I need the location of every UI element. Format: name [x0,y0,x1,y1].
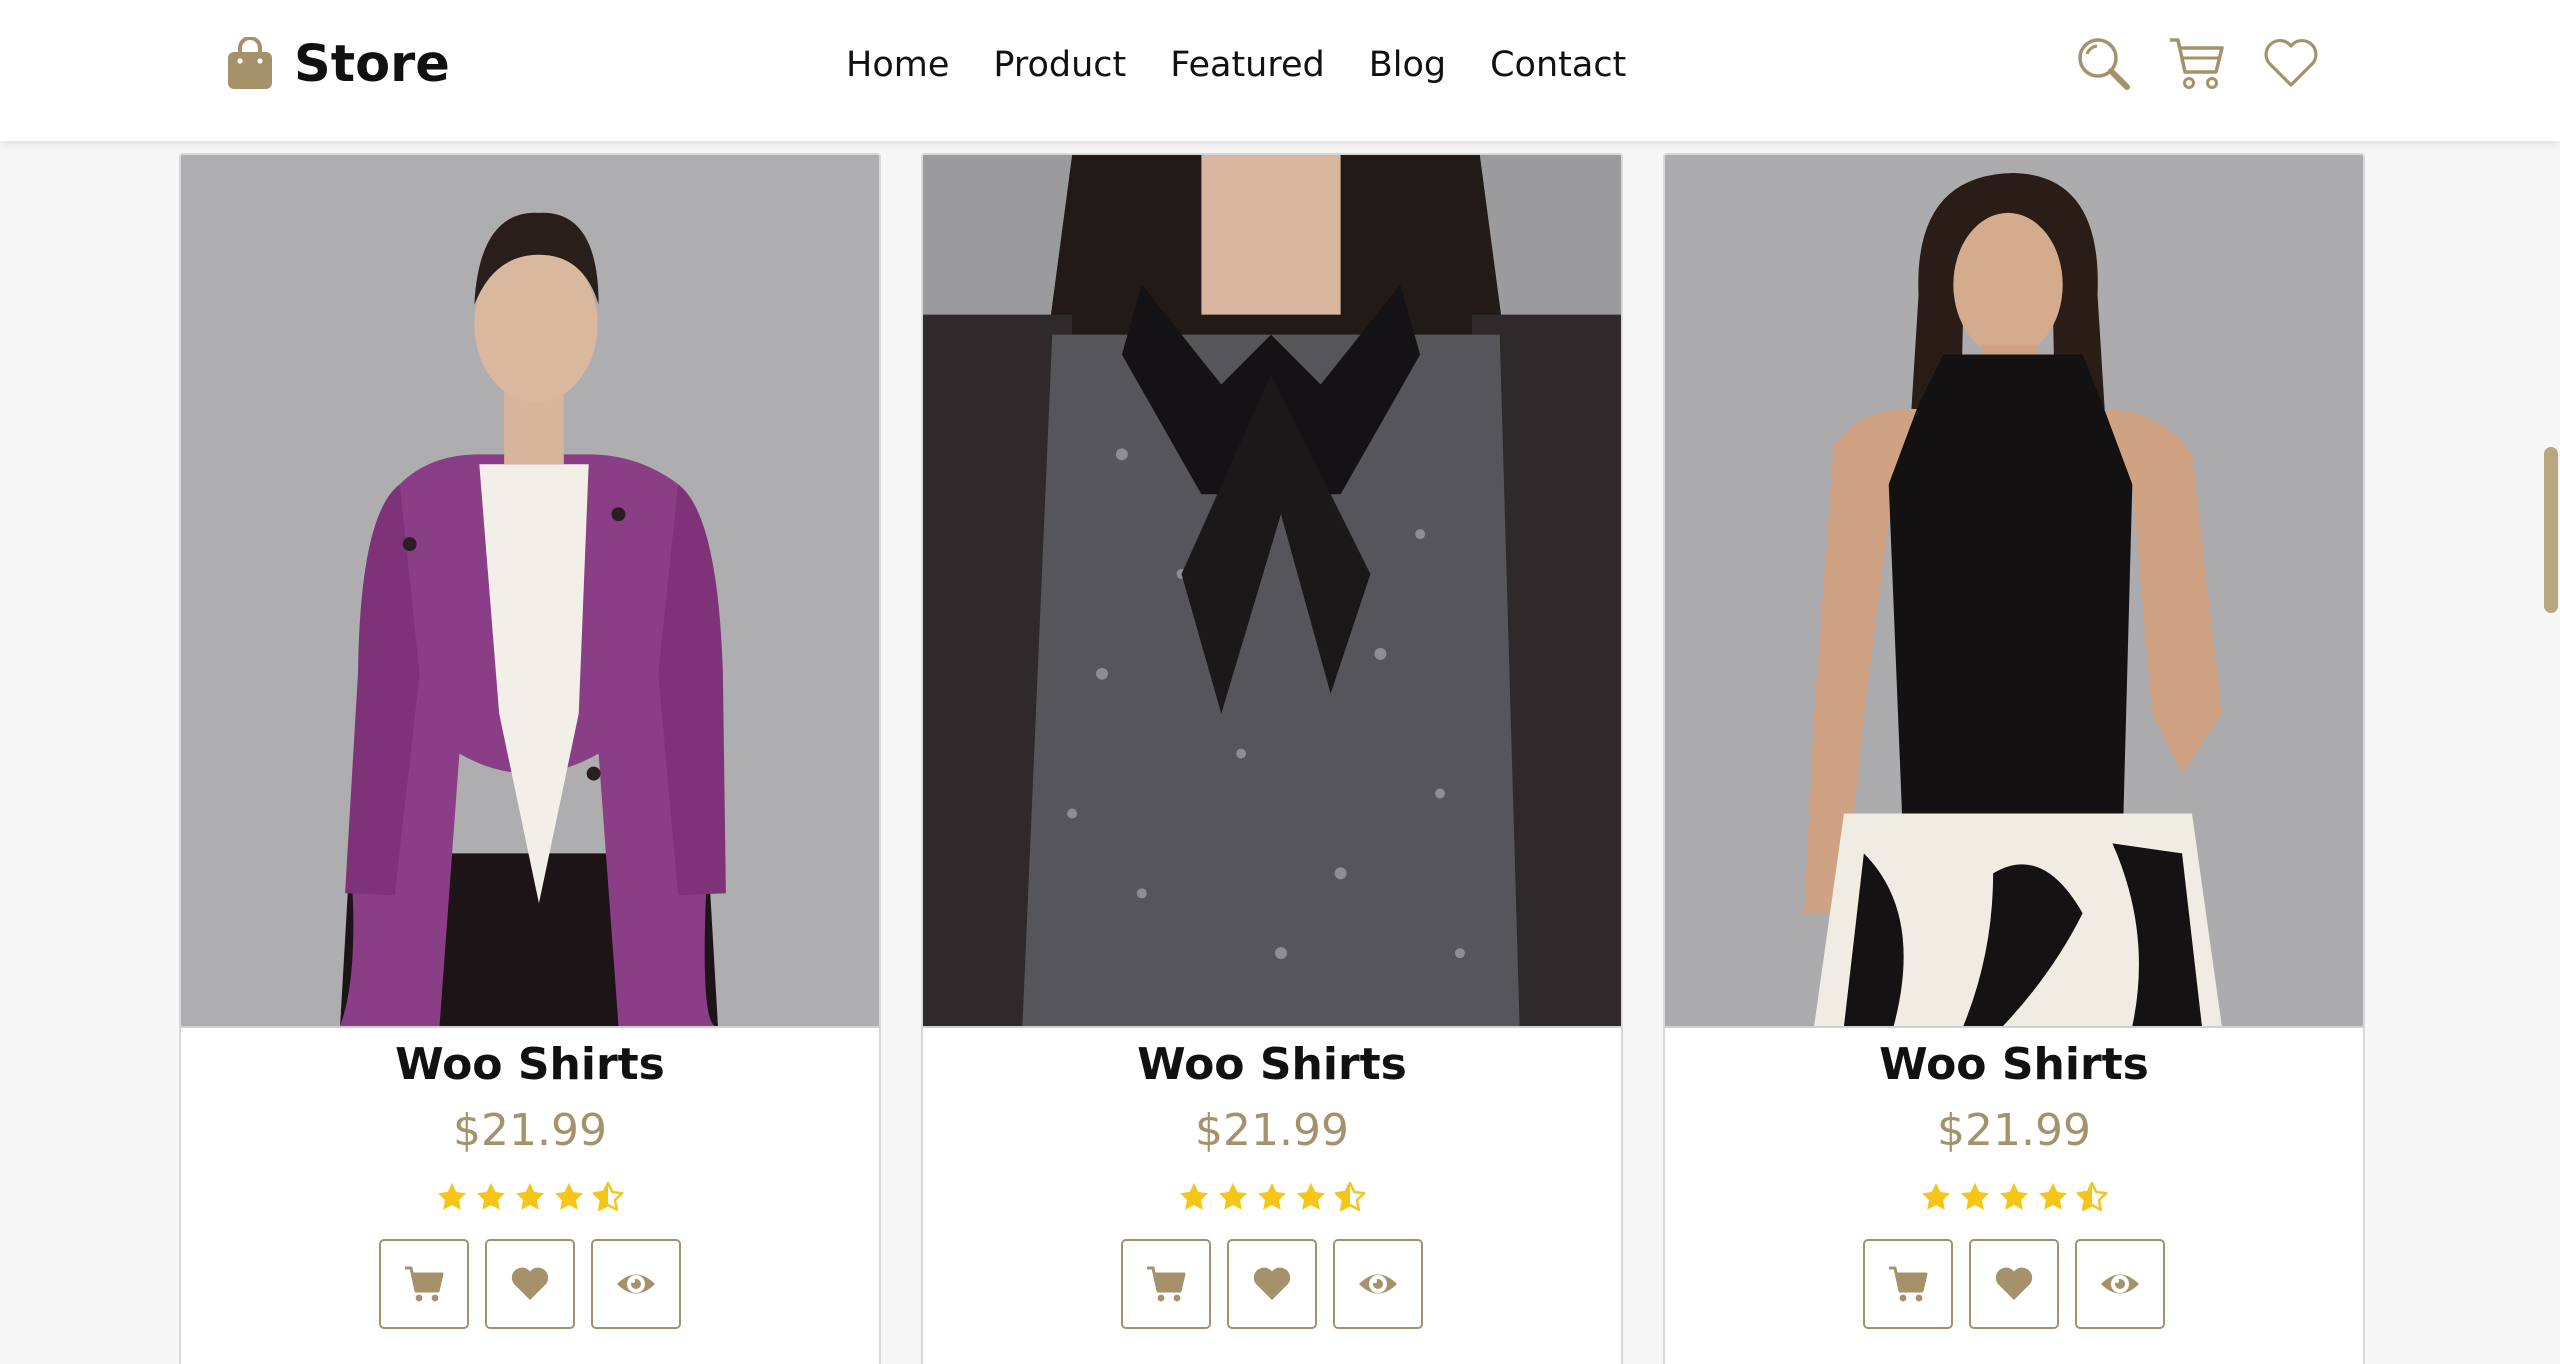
add-to-cart-button[interactable] [1121,1239,1211,1329]
nav-featured[interactable]: Featured [1170,45,1324,85]
star-icon [436,1181,468,1213]
product-rating [1665,1181,2363,1213]
product-photo [1665,155,2363,1026]
product-photo [923,155,1621,1026]
header-actions [2074,34,2320,92]
eye-icon [2101,1274,2139,1294]
eye-icon [617,1274,655,1294]
star-icon [1217,1181,1249,1213]
star-icon [1920,1181,1952,1213]
quick-view-button[interactable] [591,1239,681,1329]
nav-home[interactable]: Home [846,45,949,85]
shopping-bag-icon [228,37,272,89]
product-title[interactable]: Woo Shirts [1665,1039,2363,1090]
star-icon [1178,1181,1210,1213]
eye-icon [1359,1274,1397,1294]
product-price: $21.99 [1937,1105,2091,1156]
add-to-cart-button[interactable] [1863,1239,1953,1329]
star-icon [475,1181,507,1213]
cart-icon [1147,1266,1186,1302]
main-nav: Home Product Featured Blog Contact [846,40,1626,90]
star-icon [1256,1181,1288,1213]
product-photo [181,155,879,1026]
star-half-icon [2076,1181,2108,1213]
add-to-wishlist-button[interactable] [1969,1239,2059,1329]
quick-view-button[interactable] [1333,1239,1423,1329]
product-actions [181,1239,879,1329]
star-icon [553,1181,585,1213]
star-icon [2037,1181,2069,1213]
brand-name: Store [294,34,450,94]
heart-icon [1995,1267,2033,1300]
nav-blog[interactable]: Blog [1369,45,1446,85]
product-card[interactable]: Woo Shirts $21.99 [921,153,1623,1364]
scrollbar-thumb[interactable] [2544,447,2558,613]
product-card[interactable]: Woo Shirts $21.99 [179,153,881,1364]
heart-icon [1253,1267,1291,1300]
add-to-wishlist-button[interactable] [1227,1239,1317,1329]
product-image[interactable] [923,155,1621,1028]
search-icon[interactable] [2074,34,2132,92]
heart-icon [511,1267,549,1300]
site-header: Store Home Product Featured Blog Contact [0,0,2560,141]
product-title[interactable]: Woo Shirts [181,1039,879,1090]
product-image[interactable] [181,155,879,1028]
product-actions [923,1239,1621,1329]
product-rating [181,1181,879,1213]
product-card[interactable]: Woo Shirts $21.99 [1663,153,2365,1364]
quick-view-button[interactable] [2075,1239,2165,1329]
brand-logo[interactable]: Store [226,34,450,94]
product-rating [923,1181,1621,1213]
product-image[interactable] [1665,155,2363,1028]
cart-icon [405,1266,444,1302]
cart-icon [1889,1266,1928,1302]
star-icon [514,1181,546,1213]
star-icon [1998,1181,2030,1213]
product-actions [1665,1239,2363,1329]
nav-product[interactable]: Product [993,45,1126,85]
product-title[interactable]: Woo Shirts [923,1039,1621,1090]
star-half-icon [1334,1181,1366,1213]
product-price: $21.99 [453,1105,607,1156]
heart-icon[interactable] [2262,34,2320,92]
star-icon [1295,1181,1327,1213]
star-icon [1959,1181,1991,1213]
cart-icon[interactable] [2168,34,2226,92]
product-price: $21.99 [1195,1105,1349,1156]
add-to-wishlist-button[interactable] [485,1239,575,1329]
add-to-cart-button[interactable] [379,1239,469,1329]
nav-contact[interactable]: Contact [1490,45,1626,85]
star-half-icon [592,1181,624,1213]
